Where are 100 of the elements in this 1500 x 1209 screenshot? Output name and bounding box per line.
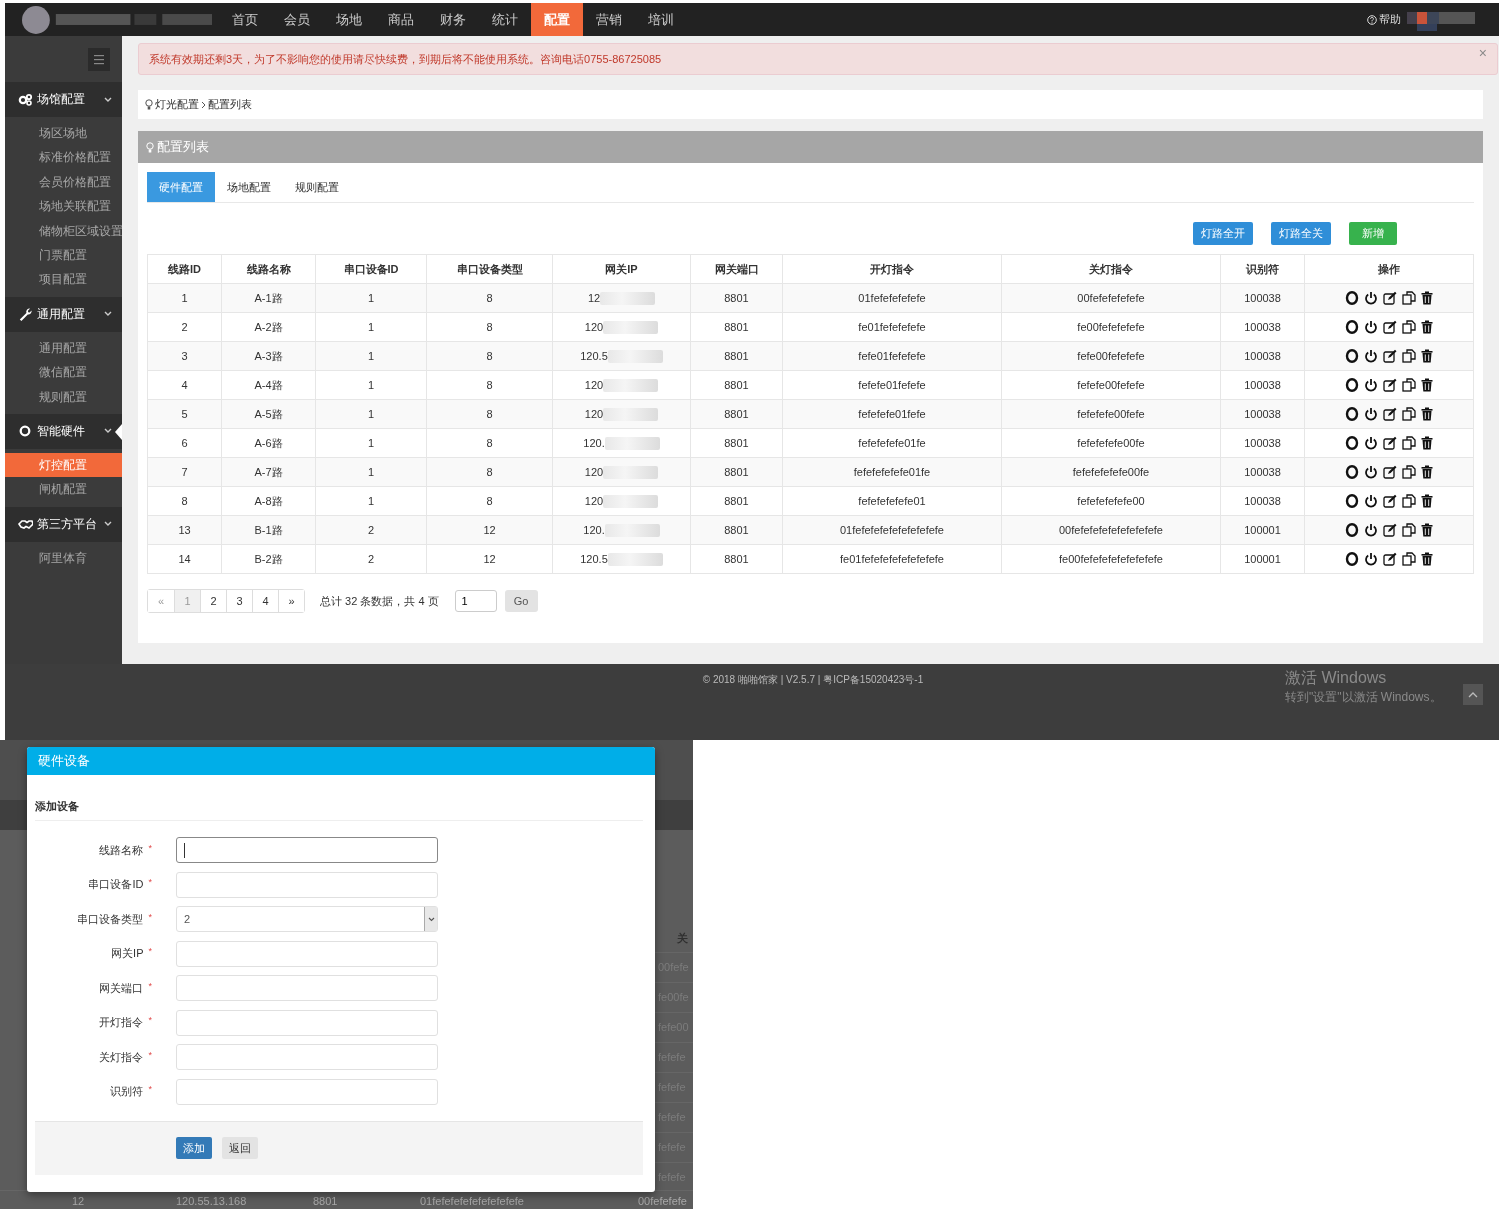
nav-tab[interactable]: 首页 xyxy=(219,3,271,36)
table-cell: A-6路 xyxy=(221,428,316,458)
edit-icon[interactable] xyxy=(1383,436,1397,450)
table-cell: 2 xyxy=(315,515,427,545)
menu-item[interactable]: 场地关联配置 xyxy=(5,194,122,219)
menu-item[interactable]: 会员价格配置 xyxy=(5,169,122,195)
trash-icon[interactable] xyxy=(1421,320,1433,334)
power-icon[interactable] xyxy=(1364,494,1378,508)
menu-item[interactable]: 场区场地 xyxy=(5,121,122,146)
nav-tab[interactable]: 统计 xyxy=(479,3,531,36)
nav-tab[interactable]: 财务 xyxy=(427,3,479,36)
menu-item[interactable]: 门票配置 xyxy=(5,242,122,268)
menu-item[interactable]: 闸机配置 xyxy=(5,477,122,502)
section-title: 添加设备 xyxy=(35,799,643,821)
nav-tab[interactable]: 会员 xyxy=(271,3,323,36)
menu-item[interactable]: 通用配置 xyxy=(5,335,122,361)
menu-icon[interactable] xyxy=(88,47,110,71)
tab[interactable]: 场地配置 xyxy=(215,172,283,202)
copy-icon[interactable] xyxy=(1402,465,1416,479)
back-button[interactable]: 返回 xyxy=(222,1137,258,1159)
column-header: 串口设备ID xyxy=(315,254,427,284)
trash-icon[interactable] xyxy=(1421,465,1433,479)
next-page-button[interactable]: » xyxy=(278,590,304,612)
trash-icon[interactable] xyxy=(1421,291,1433,305)
trash-icon[interactable] xyxy=(1421,494,1433,508)
table-cell: fefefefefefe01fe xyxy=(782,457,1002,487)
copy-icon[interactable] xyxy=(1402,320,1416,334)
edit-icon[interactable] xyxy=(1383,523,1397,537)
ring-icon[interactable] xyxy=(1345,465,1359,479)
copy-icon[interactable] xyxy=(1402,349,1416,363)
table-cell: 120 xyxy=(584,495,604,507)
table-cell: fe00fefefefefefefefefe xyxy=(1001,544,1221,574)
nav-tab[interactable]: 营销 xyxy=(583,3,635,36)
edit-icon[interactable] xyxy=(1383,320,1397,334)
ring-icon[interactable] xyxy=(1345,523,1359,537)
power-icon[interactable] xyxy=(1364,523,1378,537)
menu-item[interactable]: 规则配置 xyxy=(5,384,122,409)
action-button[interactable]: 灯路全关 xyxy=(1271,222,1331,245)
ring-icon[interactable] xyxy=(1345,552,1359,566)
edit-icon[interactable] xyxy=(1383,349,1397,363)
power-icon[interactable] xyxy=(1364,465,1378,479)
edit-icon[interactable] xyxy=(1383,494,1397,508)
menu-group-header[interactable]: 通用配置 xyxy=(5,296,122,332)
power-icon[interactable] xyxy=(1364,291,1378,305)
trash-icon[interactable] xyxy=(1421,436,1433,450)
edit-icon[interactable] xyxy=(1383,552,1397,566)
edit-icon[interactable] xyxy=(1383,465,1397,479)
copy-icon[interactable] xyxy=(1402,552,1416,566)
copy-icon[interactable] xyxy=(1402,291,1416,305)
menu-group-header[interactable]: 第三方平台 xyxy=(5,506,122,542)
menu-group-header[interactable]: 智能硬件 xyxy=(5,413,122,449)
ring-icon[interactable] xyxy=(1345,291,1359,305)
menu-item[interactable]: 储物柜区域设置 xyxy=(5,218,122,243)
menu-item[interactable]: 标准价格配置 xyxy=(5,145,122,170)
pagination-summary: 总计 32 条数据，共 4 页 xyxy=(320,593,439,609)
help-link[interactable]: 帮助 xyxy=(1367,12,1401,27)
trash-icon[interactable] xyxy=(1421,523,1433,537)
input-field[interactable] xyxy=(176,837,438,863)
add-button[interactable]: 添加 xyxy=(176,1137,212,1159)
nav-tab[interactable]: 场地 xyxy=(323,3,375,36)
power-icon[interactable] xyxy=(1364,552,1378,566)
ring-icon[interactable] xyxy=(1345,320,1359,334)
trash-icon[interactable] xyxy=(1421,349,1433,363)
power-icon[interactable] xyxy=(1364,436,1378,450)
copy-icon[interactable] xyxy=(1402,494,1416,508)
page-input[interactable]: 1 xyxy=(454,590,497,612)
power-icon[interactable] xyxy=(1364,407,1378,421)
menu-group-header[interactable]: 场馆配置 xyxy=(5,82,122,117)
go-button[interactable]: Go xyxy=(504,590,538,612)
ring-icon[interactable] xyxy=(1345,494,1359,508)
power-icon[interactable] xyxy=(1364,378,1378,392)
trash-icon[interactable] xyxy=(1421,552,1433,566)
chevron-down-icon xyxy=(104,311,112,318)
action-button[interactable]: 灯路全开 xyxy=(1193,222,1253,245)
nav-tab[interactable]: 商品 xyxy=(375,3,427,36)
menu-item[interactable]: 阿里体育 xyxy=(5,545,122,571)
select-field[interactable]: 2 xyxy=(176,906,438,932)
power-icon[interactable] xyxy=(1364,349,1378,363)
table-cell-text: 8801 xyxy=(313,1194,339,1207)
copy-icon[interactable] xyxy=(1402,523,1416,537)
power-icon[interactable] xyxy=(1364,320,1378,334)
edit-icon[interactable] xyxy=(1383,407,1397,421)
breadcrumb-item[interactable]: 灯光配置 xyxy=(155,97,199,112)
tab[interactable]: 规则配置 xyxy=(283,172,351,202)
field-label: 关灯指令 xyxy=(99,1049,144,1065)
copy-icon[interactable] xyxy=(1402,407,1416,421)
edit-icon[interactable] xyxy=(1383,291,1397,305)
ring-icon[interactable] xyxy=(1345,407,1359,421)
ring-icon[interactable] xyxy=(1345,378,1359,392)
menu-item[interactable]: 项目配置 xyxy=(5,267,122,292)
edit-icon[interactable] xyxy=(1383,378,1397,392)
trash-icon[interactable] xyxy=(1421,378,1433,392)
trash-icon[interactable] xyxy=(1421,407,1433,421)
nav-tab[interactable]: 培训 xyxy=(635,3,687,36)
table-cell: A-2路 xyxy=(221,312,316,342)
copy-icon[interactable] xyxy=(1402,436,1416,450)
ring-icon[interactable] xyxy=(1345,349,1359,363)
copy-icon[interactable] xyxy=(1402,378,1416,392)
ring-icon[interactable] xyxy=(1345,436,1359,450)
menu-item[interactable]: 微信配置 xyxy=(5,360,122,385)
